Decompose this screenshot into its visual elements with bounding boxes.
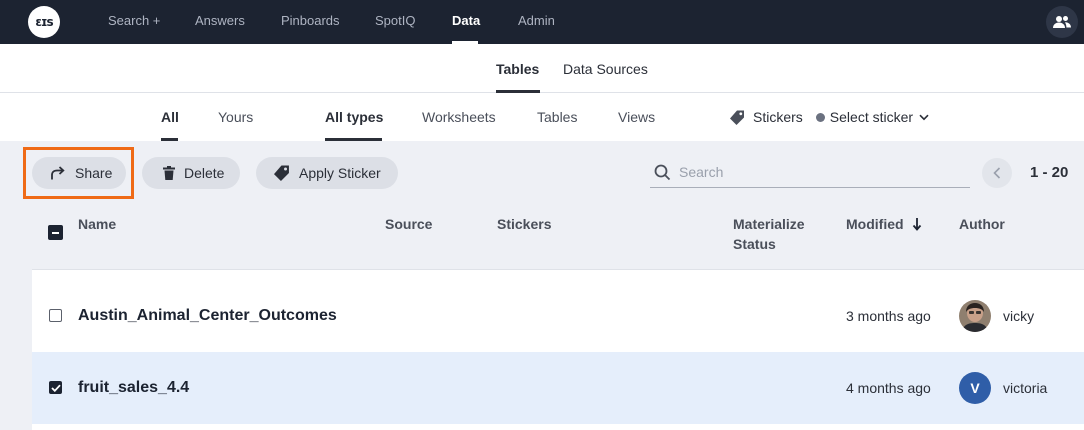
sticker-filter: Stickers Select sticker [730, 109, 929, 125]
top-navigation-bar: ɛɪs Search + Answers Pinboards SpotIQ Da… [0, 0, 1084, 44]
column-header-author[interactable]: Author [959, 214, 1005, 234]
checkmark-icon [50, 384, 61, 392]
table-name[interactable]: Austin_Animal_Center_Outcomes [78, 307, 337, 325]
author-name: victoria [1003, 380, 1048, 396]
nav-data[interactable]: Data [452, 13, 480, 28]
table-body: Austin_Animal_Center_Outcomes 3 months a… [32, 269, 1084, 430]
column-header-stickers[interactable]: Stickers [497, 214, 551, 234]
table-row[interactable]: Austin_Animal_Center_Outcomes 3 months a… [32, 280, 1084, 352]
materialize-header-line2: Status [733, 236, 776, 252]
filter-views[interactable]: Views [618, 109, 655, 125]
column-header-modified[interactable]: Modified [846, 214, 922, 234]
select-sticker-dropdown[interactable]: Select sticker [830, 109, 913, 125]
avatar: V [959, 372, 991, 404]
search-input[interactable] [679, 164, 959, 180]
pagination-range: 1 - 20 [1030, 164, 1069, 181]
modified-header-label: Modified [846, 216, 904, 232]
chevron-left-icon [993, 167, 1001, 179]
filter-bar: All Yours All types Worksheets Tables Vi… [0, 93, 1084, 141]
data-sub-navigation: Tables Data Sources [0, 44, 1084, 93]
chevron-down-icon[interactable] [919, 114, 929, 121]
filter-worksheets[interactable]: Worksheets [422, 109, 496, 125]
apply-sticker-button[interactable]: Apply Sticker [256, 157, 398, 189]
row-checkbox[interactable] [49, 381, 62, 394]
nav-pinboards[interactable]: Pinboards [281, 13, 340, 28]
logo-text: ɛɪs [35, 15, 53, 29]
trash-icon [163, 166, 175, 180]
delete-button[interactable]: Delete [142, 157, 240, 189]
search-icon [654, 164, 671, 180]
delete-label: Delete [184, 165, 225, 181]
avatar [959, 300, 991, 332]
modified-date: 4 months ago [846, 380, 931, 396]
column-header-name[interactable]: Name [78, 214, 116, 234]
user-photo-avatar [959, 300, 991, 332]
filter-tables[interactable]: Tables [537, 109, 577, 125]
table-name[interactable]: fruit_sales_4.4 [78, 379, 189, 397]
tab-data-sources[interactable]: Data Sources [563, 61, 648, 77]
stickers-label: Stickers [753, 109, 803, 125]
nav-search[interactable]: Search + [108, 13, 160, 28]
user-menu-button[interactable] [1046, 6, 1078, 38]
materialize-header-line1: Materialize [733, 216, 805, 232]
author-name: vicky [1003, 308, 1035, 324]
previous-page-button[interactable] [982, 158, 1012, 188]
avatar-initial: V [970, 380, 980, 396]
nav-answers[interactable]: Answers [195, 13, 245, 28]
nav-spotiq[interactable]: SpotIQ [375, 13, 415, 28]
users-icon [1053, 16, 1071, 28]
sort-descending-arrow-icon [912, 218, 921, 231]
column-header-source[interactable]: Source [385, 214, 432, 234]
filter-all[interactable]: All [161, 109, 179, 125]
apply-sticker-label: Apply Sticker [299, 165, 381, 181]
tag-icon [274, 165, 290, 181]
filter-yours[interactable]: Yours [218, 109, 253, 125]
column-header-materialize-status[interactable]: Materialize Status [733, 214, 805, 254]
share-highlight-box [23, 147, 134, 199]
indeterminate-dash-icon [52, 231, 59, 234]
select-all-checkbox[interactable] [48, 225, 63, 240]
thoughtspot-logo[interactable]: ɛɪs [28, 6, 60, 38]
tab-tables[interactable]: Tables [496, 61, 539, 77]
filter-all-indicator [161, 138, 178, 141]
search-box [650, 157, 970, 188]
tag-icon [730, 110, 744, 125]
row-checkbox[interactable] [49, 309, 62, 322]
table-row[interactable]: fruit_sales_4.4 4 months ago V victoria [32, 352, 1084, 424]
sticker-color-dot [815, 112, 825, 122]
nav-admin[interactable]: Admin [518, 13, 555, 28]
modified-date: 3 months ago [846, 308, 931, 324]
filter-all-types[interactable]: All types [325, 109, 383, 125]
filter-all-types-indicator [325, 138, 382, 141]
